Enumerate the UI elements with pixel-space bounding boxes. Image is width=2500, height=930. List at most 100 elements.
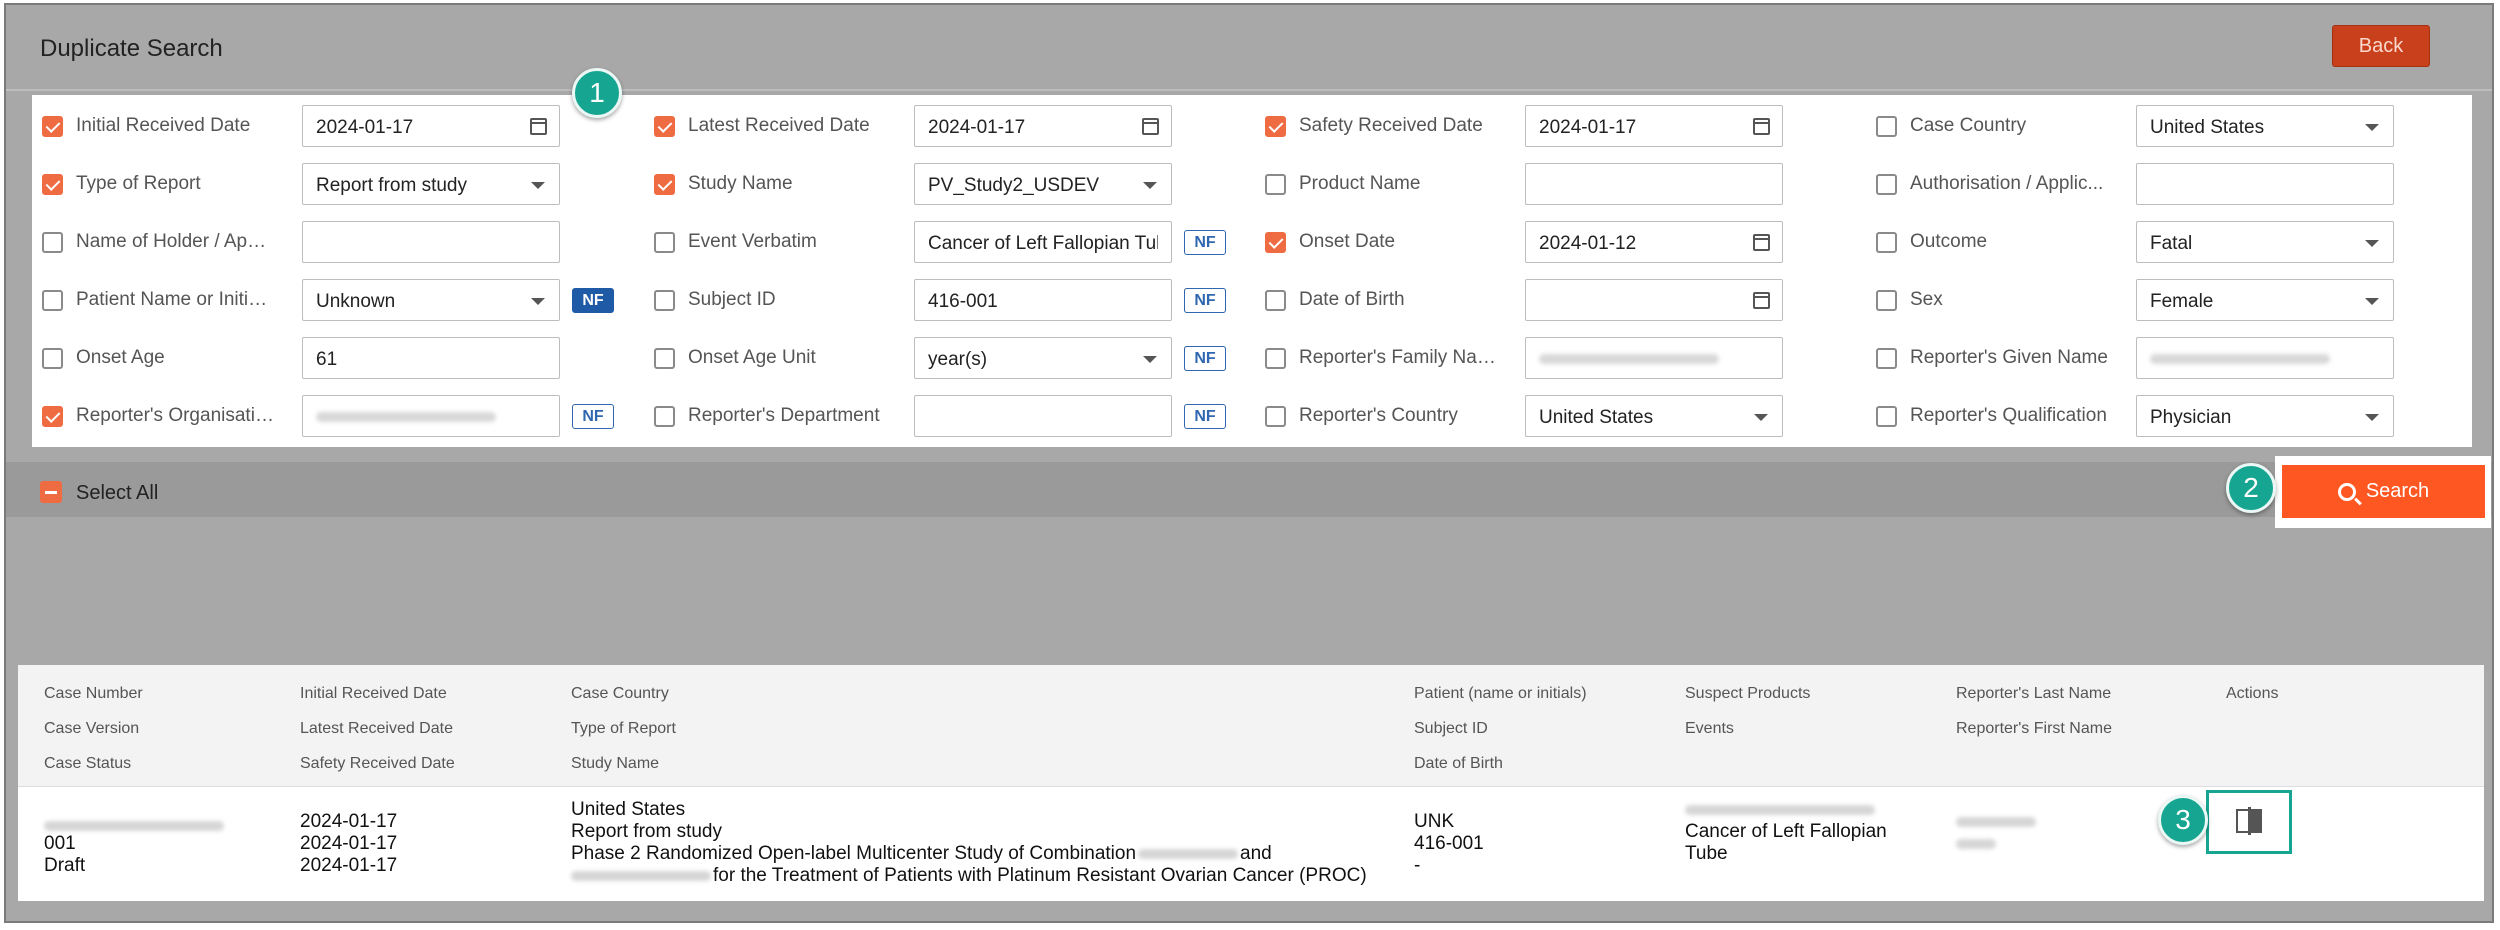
- study-name-line2: for the Treatment of Patients with Plati…: [571, 865, 1367, 887]
- form-field: Safety Received Date 2024-01-17: [1255, 101, 1855, 147]
- field-checkbox[interactable]: [1876, 290, 1897, 311]
- compare-icon[interactable]: [2236, 807, 2262, 835]
- field-checkbox[interactable]: [654, 406, 675, 427]
- field-value: 2024-01-17: [928, 117, 1026, 138]
- select-all-checkbox[interactable]: [40, 481, 62, 503]
- form-field: Reporter's Qualification Physician: [1866, 391, 2466, 437]
- header-study-name: Study Name: [571, 755, 660, 772]
- field-label: Reporter's Family Name: [1299, 347, 1499, 368]
- field-checkbox[interactable]: [654, 348, 675, 369]
- field-label: Date of Birth: [1299, 289, 1405, 310]
- header-reporter-first-name: Reporter's First Name: [1956, 720, 2112, 737]
- calendar-icon[interactable]: [1753, 292, 1770, 309]
- nullflavor-button[interactable]: NF: [1184, 404, 1226, 429]
- field-checkbox[interactable]: [1265, 116, 1286, 137]
- field-input[interactable]: 416-001: [914, 279, 1172, 321]
- field-checkbox[interactable]: [42, 174, 63, 195]
- nullflavor-button[interactable]: NF: [1184, 288, 1226, 313]
- header-latest-received-date: Latest Received Date: [300, 720, 453, 737]
- field-checkbox[interactable]: [42, 116, 63, 137]
- field-input[interactable]: Cancer of Left Fallopian Tul: [914, 221, 1172, 263]
- field-select[interactable]: Fatal: [2136, 221, 2394, 263]
- field-input[interactable]: [302, 395, 560, 437]
- form-field: Case Country United States: [1866, 101, 2466, 147]
- field-label: Product Name: [1299, 173, 1421, 194]
- nullflavor-button[interactable]: NF: [572, 288, 614, 313]
- field-value: year(s): [928, 349, 988, 370]
- field-input[interactable]: [914, 395, 1172, 437]
- chevron-down-icon: [2365, 414, 2379, 421]
- form-field: Authorisation / Applic...: [1866, 159, 2466, 205]
- header-patient: Patient (name or initials): [1414, 685, 1587, 702]
- field-select[interactable]: Physician: [2136, 395, 2394, 437]
- field-checkbox[interactable]: [1265, 348, 1286, 369]
- field-input[interactable]: [302, 221, 560, 263]
- latest-received-date: 2024-01-17: [300, 833, 398, 854]
- header-actions: Actions: [2226, 685, 2279, 702]
- form-field: Sex Female: [1866, 275, 2466, 321]
- field-label: Study Name: [688, 173, 793, 194]
- form-field: Reporter's Organisation NF: [32, 391, 632, 437]
- form-row: Reporter's Organisation NF Reporter's Depa…: [32, 391, 2472, 437]
- field-select[interactable]: Female: [2136, 279, 2394, 321]
- nullflavor-button[interactable]: NF: [572, 404, 614, 429]
- field-checkbox[interactable]: [42, 232, 63, 253]
- header-type-of-report: Type of Report: [571, 720, 676, 737]
- calendar-icon[interactable]: [1753, 234, 1770, 251]
- field-select[interactable]: PV_Study2_USDEV: [914, 163, 1172, 205]
- field-value: Cancer of Left Fallopian Tul: [928, 233, 1158, 254]
- field-date-input[interactable]: 2024-01-17: [914, 105, 1172, 147]
- nullflavor-button[interactable]: NF: [1184, 346, 1226, 371]
- search-button-highlight: Search: [2275, 456, 2491, 528]
- calendar-icon[interactable]: [1753, 118, 1770, 135]
- nullflavor-button[interactable]: NF: [1184, 230, 1226, 255]
- field-value: 2024-01-12: [1539, 233, 1637, 254]
- field-date-input[interactable]: 2024-01-17: [302, 105, 560, 147]
- field-input[interactable]: [1525, 337, 1783, 379]
- field-checkbox[interactable]: [1265, 406, 1286, 427]
- field-input[interactable]: [1525, 163, 1783, 205]
- field-checkbox[interactable]: [42, 290, 63, 311]
- event-line2: Tube: [1685, 843, 1728, 864]
- field-checkbox[interactable]: [42, 406, 63, 427]
- event-line1: Cancer of Left Fallopian: [1685, 821, 1887, 842]
- field-select[interactable]: Unknown: [302, 279, 560, 321]
- field-checkbox[interactable]: [654, 174, 675, 195]
- field-checkbox[interactable]: [1876, 406, 1897, 427]
- field-checkbox[interactable]: [654, 116, 675, 137]
- field-input[interactable]: [2136, 163, 2394, 205]
- field-checkbox[interactable]: [654, 232, 675, 253]
- case-status: Draft: [44, 855, 86, 876]
- field-checkbox[interactable]: [1265, 232, 1286, 253]
- field-date-input[interactable]: [1525, 279, 1783, 321]
- field-value: Report from study: [316, 175, 467, 196]
- form-row: Initial Received Date 2024-01-17 Latest Re…: [32, 101, 2472, 147]
- back-button[interactable]: Back: [2332, 25, 2430, 67]
- field-date-input[interactable]: 2024-01-12: [1525, 221, 1783, 263]
- field-label: Authorisation / Applic...: [1910, 173, 2104, 194]
- field-select[interactable]: Report from study: [302, 163, 560, 205]
- field-checkbox[interactable]: [654, 290, 675, 311]
- calendar-icon[interactable]: [1142, 118, 1159, 135]
- field-input[interactable]: [2136, 337, 2394, 379]
- field-checkbox[interactable]: [1876, 348, 1897, 369]
- chevron-down-icon: [2365, 298, 2379, 305]
- chevron-down-icon: [1143, 356, 1157, 363]
- calendar-icon[interactable]: [530, 118, 547, 135]
- field-value: United States: [2150, 117, 2265, 138]
- field-value: PV_Study2_USDEV: [928, 175, 1100, 196]
- field-checkbox[interactable]: [42, 348, 63, 369]
- field-select[interactable]: year(s): [914, 337, 1172, 379]
- field-checkbox[interactable]: [1265, 174, 1286, 195]
- field-select[interactable]: United States: [2136, 105, 2394, 147]
- field-select[interactable]: United States: [1525, 395, 1783, 437]
- field-date-input[interactable]: 2024-01-17: [1525, 105, 1783, 147]
- subject-id: 416-001: [1414, 833, 1484, 854]
- field-checkbox[interactable]: [1876, 174, 1897, 195]
- field-input[interactable]: 61: [302, 337, 560, 379]
- form-field: Product Name: [1255, 159, 1855, 205]
- field-checkbox[interactable]: [1265, 290, 1286, 311]
- search-button[interactable]: Search: [2282, 465, 2485, 518]
- field-checkbox[interactable]: [1876, 116, 1897, 137]
- field-checkbox[interactable]: [1876, 232, 1897, 253]
